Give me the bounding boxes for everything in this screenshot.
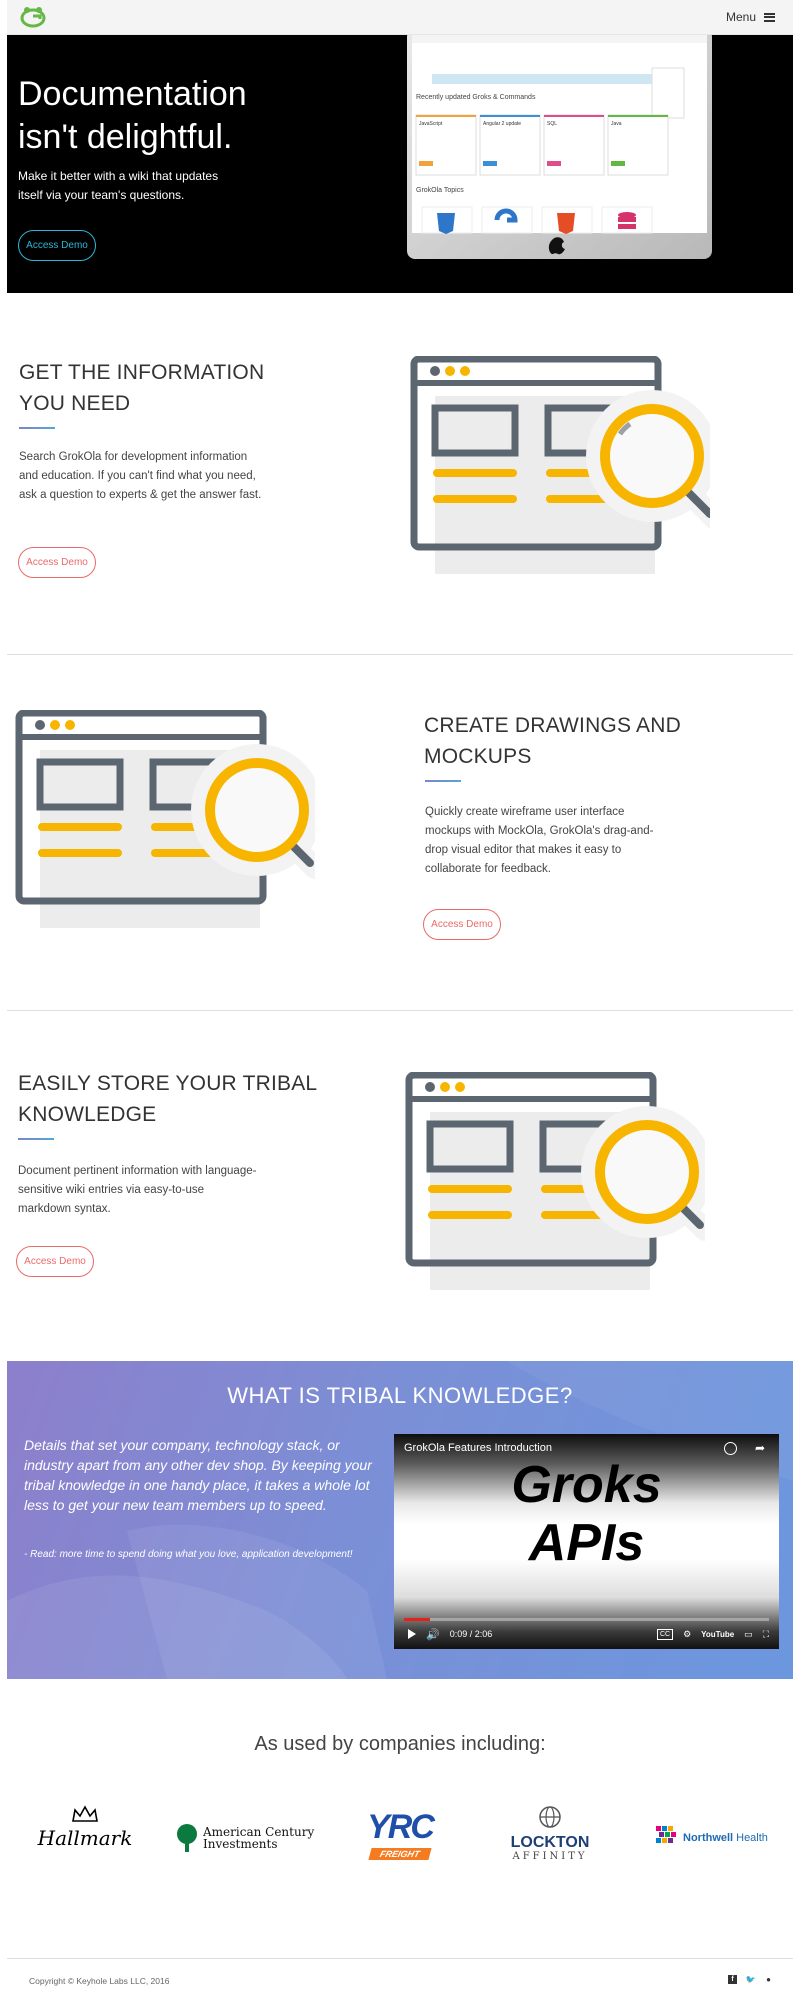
feature-drawings: CREATE DRAWINGS AND MOCKUPS Quickly crea…	[0, 660, 800, 1000]
browser-magnifier-illustration	[15, 710, 315, 928]
companies-title: As used by companies including:	[254, 1733, 546, 1755]
svg-text:SQL: SQL	[547, 121, 557, 127]
footer-divider	[7, 1958, 793, 1959]
imac-screenshot-image: Recently updated Groks & Commands JavaSc…	[407, 35, 712, 259]
hero-access-demo-button[interactable]: Access Demo	[18, 230, 96, 261]
hero-title-line-1: Documentation	[18, 75, 247, 113]
top-navbar: Menu	[7, 0, 793, 35]
feature-description: Quickly create wireframe user interface …	[425, 806, 654, 875]
svg-text:JavaScript: JavaScript	[419, 121, 443, 127]
crown-icon	[72, 1805, 98, 1822]
video-progress-fill	[404, 1618, 430, 1621]
settings-gear-icon[interactable]: ⚙	[683, 1629, 691, 1640]
tribal-description: Details that set your company, technolog…	[24, 1437, 372, 1513]
volume-icon[interactable]: 🔊	[426, 1628, 440, 1641]
section-divider	[7, 1010, 793, 1011]
screen-section-heading: Recently updated Groks & Commands	[416, 94, 536, 101]
facebook-icon[interactable]: f	[728, 1975, 737, 1984]
video-title[interactable]: GrokOla Features Introduction	[404, 1442, 552, 1454]
feature-description: Document pertinent information with lang…	[18, 1165, 257, 1215]
feature-description: Search GrokOla for development informati…	[19, 451, 262, 501]
cast-icon[interactable]: ▭	[744, 1629, 753, 1640]
feature-access-demo-button[interactable]: Access Demo	[16, 1246, 94, 1277]
fullscreen-icon[interactable]: ⛶	[763, 1629, 769, 1640]
copyright-text: Copyright © Keyhole Labs LLC, 2016	[29, 1976, 170, 1986]
hamburger-icon	[764, 12, 775, 22]
svg-text:Angular 2 update: Angular 2 update	[483, 121, 521, 127]
browser-magnifier-illustration	[405, 1072, 705, 1290]
menu-button[interactable]: Menu	[726, 10, 775, 24]
yrc-freight-logo: YRC FREIGHT	[367, 1808, 435, 1860]
hero-subtitle: Make it better with a wiki that updates …	[18, 169, 219, 202]
globe-icon	[539, 1806, 561, 1828]
northwell-health-logo: Northwell Health	[656, 1818, 776, 1858]
feature-title-rule	[19, 427, 55, 429]
screen-topics-heading: GrokOla Topics	[416, 187, 464, 194]
grokola-logo-icon[interactable]	[20, 6, 46, 28]
tree-icon	[177, 1824, 197, 1852]
feature-tribal-knowledge: EASILY STORE YOUR TRIBAL KNOWLEDGE Docum…	[0, 1040, 800, 1340]
american-century-logo: American Century Investments	[175, 1818, 315, 1858]
share-icon[interactable]: ➦	[755, 1441, 765, 1455]
hallmark-logo: Hallmark	[30, 1805, 140, 1865]
browser-magnifier-illustration	[410, 356, 710, 574]
feature-information: GET THE INFORMATION YOU NEED Search Grok…	[0, 320, 800, 650]
video-progress-bar[interactable]	[404, 1618, 769, 1621]
lockton-affinity-logo: LOCKTON AFFINITY	[500, 1805, 600, 1870]
feature-title: GET THE INFORMATION YOU NEED	[19, 361, 265, 415]
video-frame-text: Groks APIs	[511, 1456, 662, 1572]
tribal-title: WHAT IS TRIBAL KNOWLEDGE?	[227, 1383, 573, 1408]
twitter-icon[interactable]: 🐦	[746, 1975, 756, 1984]
youtube-video-player[interactable]: GrokOla Features Introduction ➦ Groks AP…	[394, 1434, 779, 1649]
section-divider	[7, 654, 793, 655]
video-controls: 🔊 0:09 / 2:06 CC ⚙ YouTube ▭ ⛶	[404, 1625, 769, 1643]
feature-title-rule	[18, 1138, 54, 1140]
github-icon[interactable]: ●	[764, 1975, 773, 1984]
tribal-note: - Read: more time to spend doing what yo…	[24, 1549, 353, 1560]
feature-access-demo-button[interactable]: Access Demo	[18, 547, 96, 578]
tribal-knowledge-section: WHAT IS TRIBAL KNOWLEDGE? Details that s…	[7, 1361, 793, 1679]
feature-title-rule	[425, 780, 461, 782]
hero-title: Documentation isn't delightful.	[18, 73, 348, 159]
hero-banner: Documentation isn't delightful. Make it …	[7, 35, 793, 293]
menu-label: Menu	[725, 10, 756, 24]
play-icon[interactable]	[408, 1629, 416, 1639]
feature-title: CREATE DRAWINGS AND MOCKUPS	[424, 714, 681, 768]
company-logos: Hallmark American Century Investments YR…	[0, 1800, 800, 1890]
hero-title-line-2: isn't delightful.	[18, 118, 233, 156]
video-time: 0:09 / 2:06	[449, 1629, 493, 1639]
mosaic-icon	[656, 1826, 676, 1843]
svg-text:Java: Java	[611, 121, 622, 127]
watch-later-icon[interactable]	[724, 1442, 737, 1455]
captions-icon[interactable]: CC	[656, 1628, 674, 1640]
feature-title: EASILY STORE YOUR TRIBAL KNOWLEDGE	[18, 1072, 318, 1126]
feature-access-demo-button[interactable]: Access Demo	[423, 909, 501, 940]
youtube-logo[interactable]: YouTube	[701, 1630, 734, 1639]
social-links: f 🐦 ●	[728, 1975, 773, 1984]
